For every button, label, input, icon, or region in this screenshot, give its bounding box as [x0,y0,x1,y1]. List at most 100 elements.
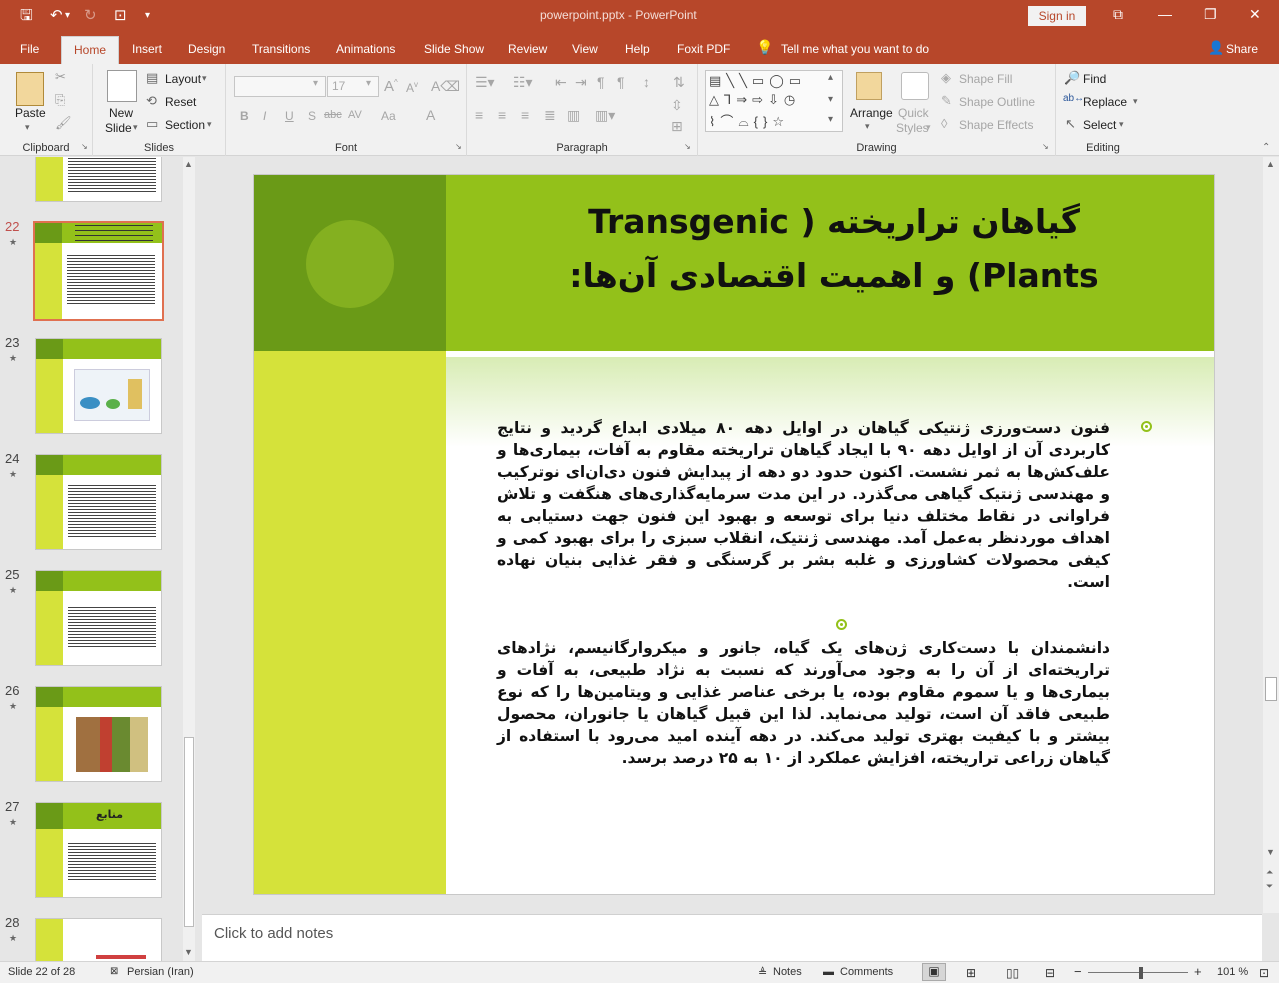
undo-icon[interactable]: ↶ [50,7,63,25]
tell-me-search[interactable]: Tell me what you want to do [781,42,929,56]
align-right-icon[interactable]: ≡ [521,107,529,123]
slide-paragraph-1[interactable]: فنون دست‌ورزی ژنتیکی گیاهان در اوایل دهه… [497,417,1110,593]
zoom-slider-track[interactable] [1088,972,1188,973]
grow-font-icon[interactable]: A^ [384,78,398,95]
slide-thumbnail-23[interactable] [35,338,162,434]
quick-styles-icon[interactable] [901,72,929,100]
arrange-dropdown-icon[interactable]: ▾ [865,121,870,132]
copy-icon[interactable]: ⎘ [55,92,65,108]
bullets-icon[interactable]: ☰▾ [475,74,495,91]
spelling-icon[interactable]: ⊠ [110,966,118,977]
smartart-icon[interactable]: ⊞ [671,118,683,135]
font-size-box[interactable]: 17 [327,76,379,97]
cut-icon[interactable]: ✂ [55,69,66,85]
columns-icon[interactable]: ▥▾ [595,107,615,124]
new-slide-icon[interactable] [107,70,137,102]
tab-view[interactable]: View [572,42,598,56]
shapes-gallery[interactable]: ▤╲╲▭◯▭ △⅂⇒⇨⇩◷ ⌇⌒⌓{}☆ [705,70,843,132]
quick-styles-button[interactable]: Quick [898,106,929,120]
character-spacing-button[interactable]: AV [348,109,362,121]
italic-button[interactable]: I [263,109,266,123]
increase-indent-icon[interactable]: ⇥ [575,74,587,91]
paragraph-launcher-icon[interactable]: ↘ [684,142,691,151]
notes-placeholder[interactable]: Click to add notes [214,925,333,942]
quick-styles-dropdown-icon[interactable]: ▾ [926,122,931,133]
undo-dropdown-icon[interactable]: ▾ [65,7,70,25]
customize-toolbar-icon[interactable]: ▾ [145,7,150,25]
select-dropdown-icon[interactable]: ▾ [1119,119,1124,130]
slide-show-icon[interactable]: ⊟ [1045,966,1055,980]
replace-dropdown-icon[interactable]: ▾ [1133,96,1138,107]
normal-view-icon[interactable]: ▣ [922,963,946,981]
slide-scroll-down-icon[interactable]: ▼ [1266,847,1275,857]
slide-thumbnail-22[interactable] [33,221,164,321]
select-button[interactable]: Select [1083,118,1116,132]
paste-button[interactable]: Paste [15,106,46,120]
slide-thumbnail-24[interactable] [35,454,162,550]
save-icon[interactable]: 🖫 [20,7,33,25]
font-launcher-icon[interactable]: ↘ [455,142,462,151]
arrange-button[interactable]: Arrange [850,106,893,120]
tab-review[interactable]: Review [508,42,547,56]
minimize-button[interactable]: — [1158,6,1172,22]
slide-title[interactable]: گیاهان تراریخته ( Transgenic Plants) و ا… [484,195,1184,303]
layout-dropdown-icon[interactable]: ▾ [202,73,207,84]
text-direction-icon[interactable]: ⇅ [673,74,685,91]
layout-button[interactable]: Layout [165,72,201,86]
notes-pane[interactable]: Click to add notes [202,914,1262,961]
slide-thumbnail-27[interactable]: منابع [35,802,162,898]
redo-icon[interactable]: ↻ [84,7,97,25]
bold-button[interactable]: B [240,109,249,123]
previous-slide-icon[interactable]: ⏶ [1266,867,1273,878]
presenter-icon[interactable]: ⊡ [114,7,127,25]
quick-styles-button-2[interactable]: Styles [896,121,929,135]
shape-fill-button[interactable]: Shape Fill [959,72,1012,86]
thumb-scroll-up-icon[interactable]: ▲ [184,159,193,169]
rtl-icon[interactable]: ¶ [597,74,605,90]
current-slide[interactable]: گیاهان تراریخته ( Transgenic Plants) و ا… [253,174,1215,895]
shapes-scroll-up-icon[interactable]: ▴ [828,72,833,83]
line-spacing-icon[interactable]: ↕ [643,74,650,90]
zoom-slider-thumb[interactable] [1139,967,1143,979]
thumbnail-scroll-thumb[interactable] [184,737,194,927]
underline-button[interactable]: U [285,109,294,123]
new-slide-dropdown-icon[interactable]: ▾ [133,122,138,133]
tab-help[interactable]: Help [625,42,650,56]
tab-slide-show[interactable]: Slide Show [424,42,484,56]
align-left-icon[interactable]: ≡ [475,107,483,123]
replace-button[interactable]: Replace [1083,95,1127,109]
notes-toggle-button[interactable]: Notes [773,966,802,978]
distributed-icon[interactable]: ▥ [567,107,580,124]
clipboard-launcher-icon[interactable]: ↘ [81,142,88,151]
zoom-level[interactable]: 101 % [1217,966,1248,978]
slide-scrollbar[interactable]: ▲ ▼ ⏶ ⏷ [1263,157,1279,913]
shapes-more-icon[interactable]: ▾ [828,114,833,125]
slide-sorter-icon[interactable]: ⊞ [966,966,976,980]
drawing-launcher-icon[interactable]: ↘ [1042,142,1049,151]
shapes-scroll-down-icon[interactable]: ▾ [828,94,833,105]
font-size-dropdown-icon[interactable]: ▾ [366,78,371,89]
restore-button[interactable]: ❐ [1204,6,1217,23]
paste-dropdown-icon[interactable]: ▾ [25,122,30,133]
decrease-indent-icon[interactable]: ⇤ [555,74,567,91]
slide-thumbnail-28[interactable] [35,918,162,961]
tab-foxit-pdf[interactable]: Foxit PDF [677,42,730,56]
slide-paragraph-2[interactable]: دانشمندان با دست‌کاری ژن‌های یک گیاه، جا… [497,637,1110,769]
clear-format-icon[interactable]: A⌫ [431,78,460,95]
align-center-icon[interactable]: ≡ [498,107,506,123]
shadow-button[interactable]: S [308,109,316,123]
shape-outline-button[interactable]: Shape Outline [959,95,1035,109]
font-color-button[interactable]: A [426,107,435,123]
tab-home[interactable]: Home [61,36,120,64]
numbering-icon[interactable]: ☷▾ [513,74,533,91]
slide-thumbnail-21[interactable] [35,157,162,202]
reset-button[interactable]: Reset [165,95,196,109]
slide-scroll-up-icon[interactable]: ▲ [1266,159,1275,169]
sign-in-button[interactable]: Sign in [1028,6,1086,26]
align-text-icon[interactable]: ⇳ [671,97,683,114]
ribbon-display-icon[interactable]: ⧉ [1113,6,1123,23]
next-slide-icon[interactable]: ⏷ [1266,881,1273,892]
close-button[interactable]: ✕ [1249,6,1261,23]
new-slide-button[interactable]: New [109,106,133,120]
zoom-out-button[interactable]: − [1074,964,1082,979]
